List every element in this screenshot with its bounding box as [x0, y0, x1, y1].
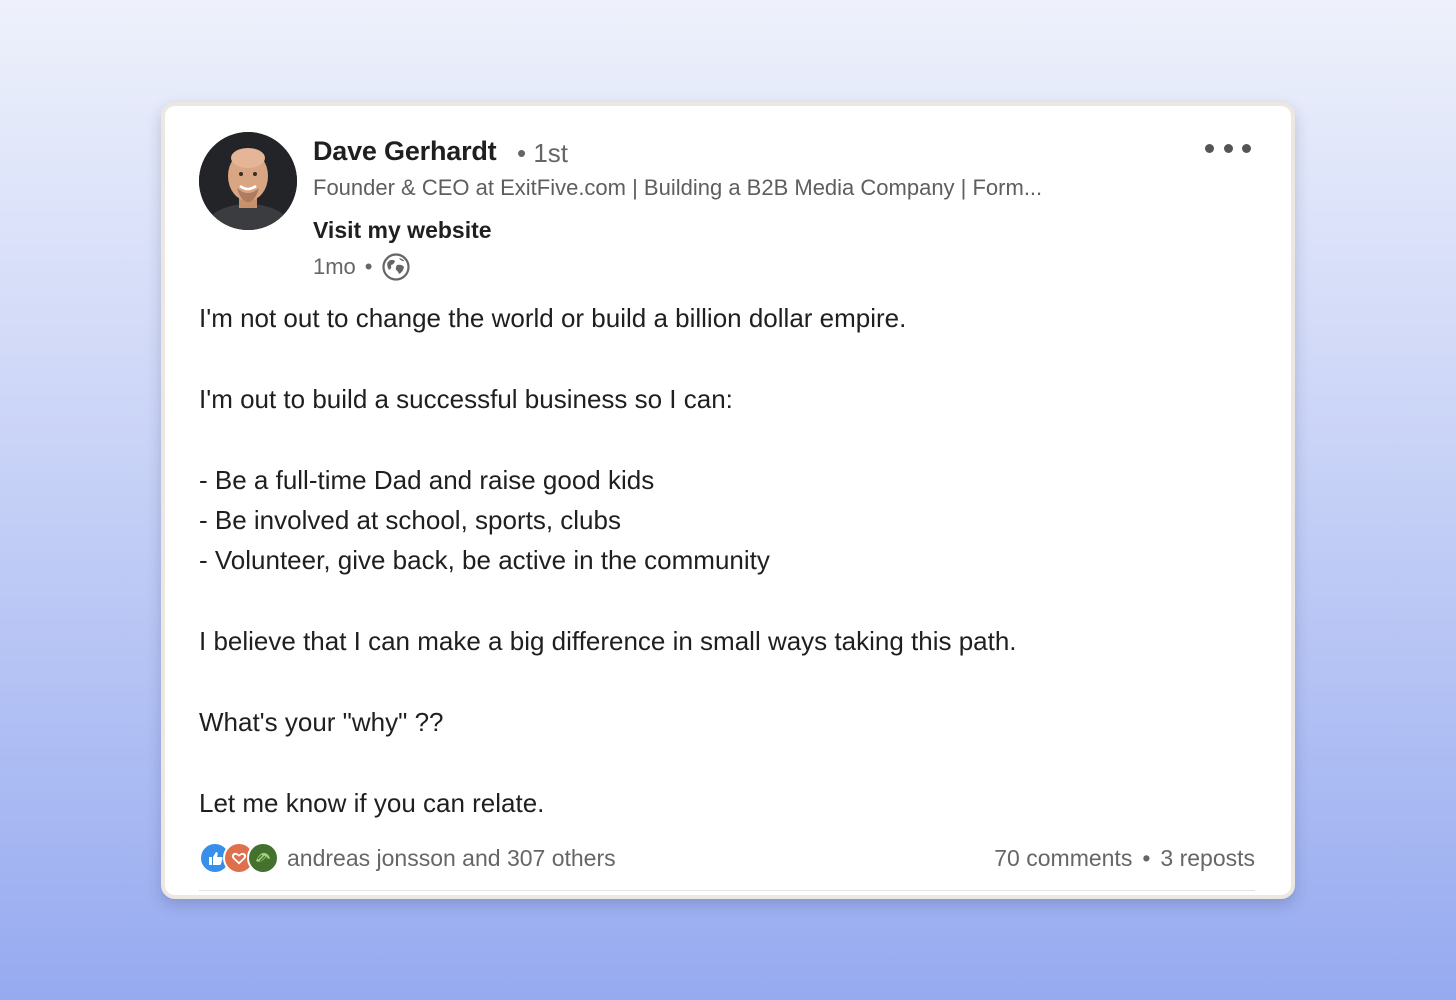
- post-body: I'm not out to change the world or build…: [199, 298, 1259, 823]
- post-line: I'm out to build a successful business s…: [199, 383, 733, 414]
- counts-separator: •: [1142, 844, 1151, 871]
- more-options-icon[interactable]: [1205, 136, 1251, 160]
- divider: [199, 890, 1255, 891]
- post-line: - Be a full-time Dad and raise good kids: [199, 464, 655, 495]
- post-card: Dave Gerhardt • 1st Founder & CEO at Exi…: [161, 102, 1295, 899]
- post-line: I believe that I can make a big differen…: [199, 626, 1017, 657]
- post-time: 1mo: [313, 254, 356, 279]
- post-line: - Volunteer, give back, be active in the…: [199, 545, 770, 576]
- author-name[interactable]: Dave Gerhardt: [313, 136, 497, 167]
- comments-count[interactable]: 70 comments: [994, 845, 1132, 872]
- post-line: - Be involved at school, sports, clubs: [199, 505, 621, 535]
- meta-separator: •: [364, 254, 373, 279]
- reactions-count[interactable]: andreas jonsson and 307 others: [287, 845, 616, 872]
- menu-dot: [1205, 143, 1214, 153]
- visit-website-link[interactable]: Visit my website: [313, 217, 492, 244]
- author-headline: Founder & CEO at ExitFive.com | Building…: [313, 175, 1043, 200]
- globe-icon: [381, 252, 411, 282]
- support-icon: [247, 842, 279, 874]
- author-avatar[interactable]: [199, 132, 297, 230]
- reactions-icons[interactable]: [199, 842, 279, 874]
- post-line: Let me know if you can relate.: [199, 787, 545, 818]
- connection-degree: • 1st: [517, 138, 569, 168]
- reposts-count[interactable]: 3 reposts: [1160, 845, 1255, 872]
- menu-dot: [1242, 143, 1251, 153]
- menu-dot: [1223, 143, 1233, 153]
- post-line: I'm not out to change the world or build…: [199, 303, 907, 333]
- post-line: What's your "why" ??: [199, 707, 444, 737]
- avatar-photo: [199, 132, 297, 230]
- post-meta: 1mo •: [313, 252, 411, 282]
- social-counts-bar: andreas jonsson and 307 others 70 commen…: [199, 840, 1255, 876]
